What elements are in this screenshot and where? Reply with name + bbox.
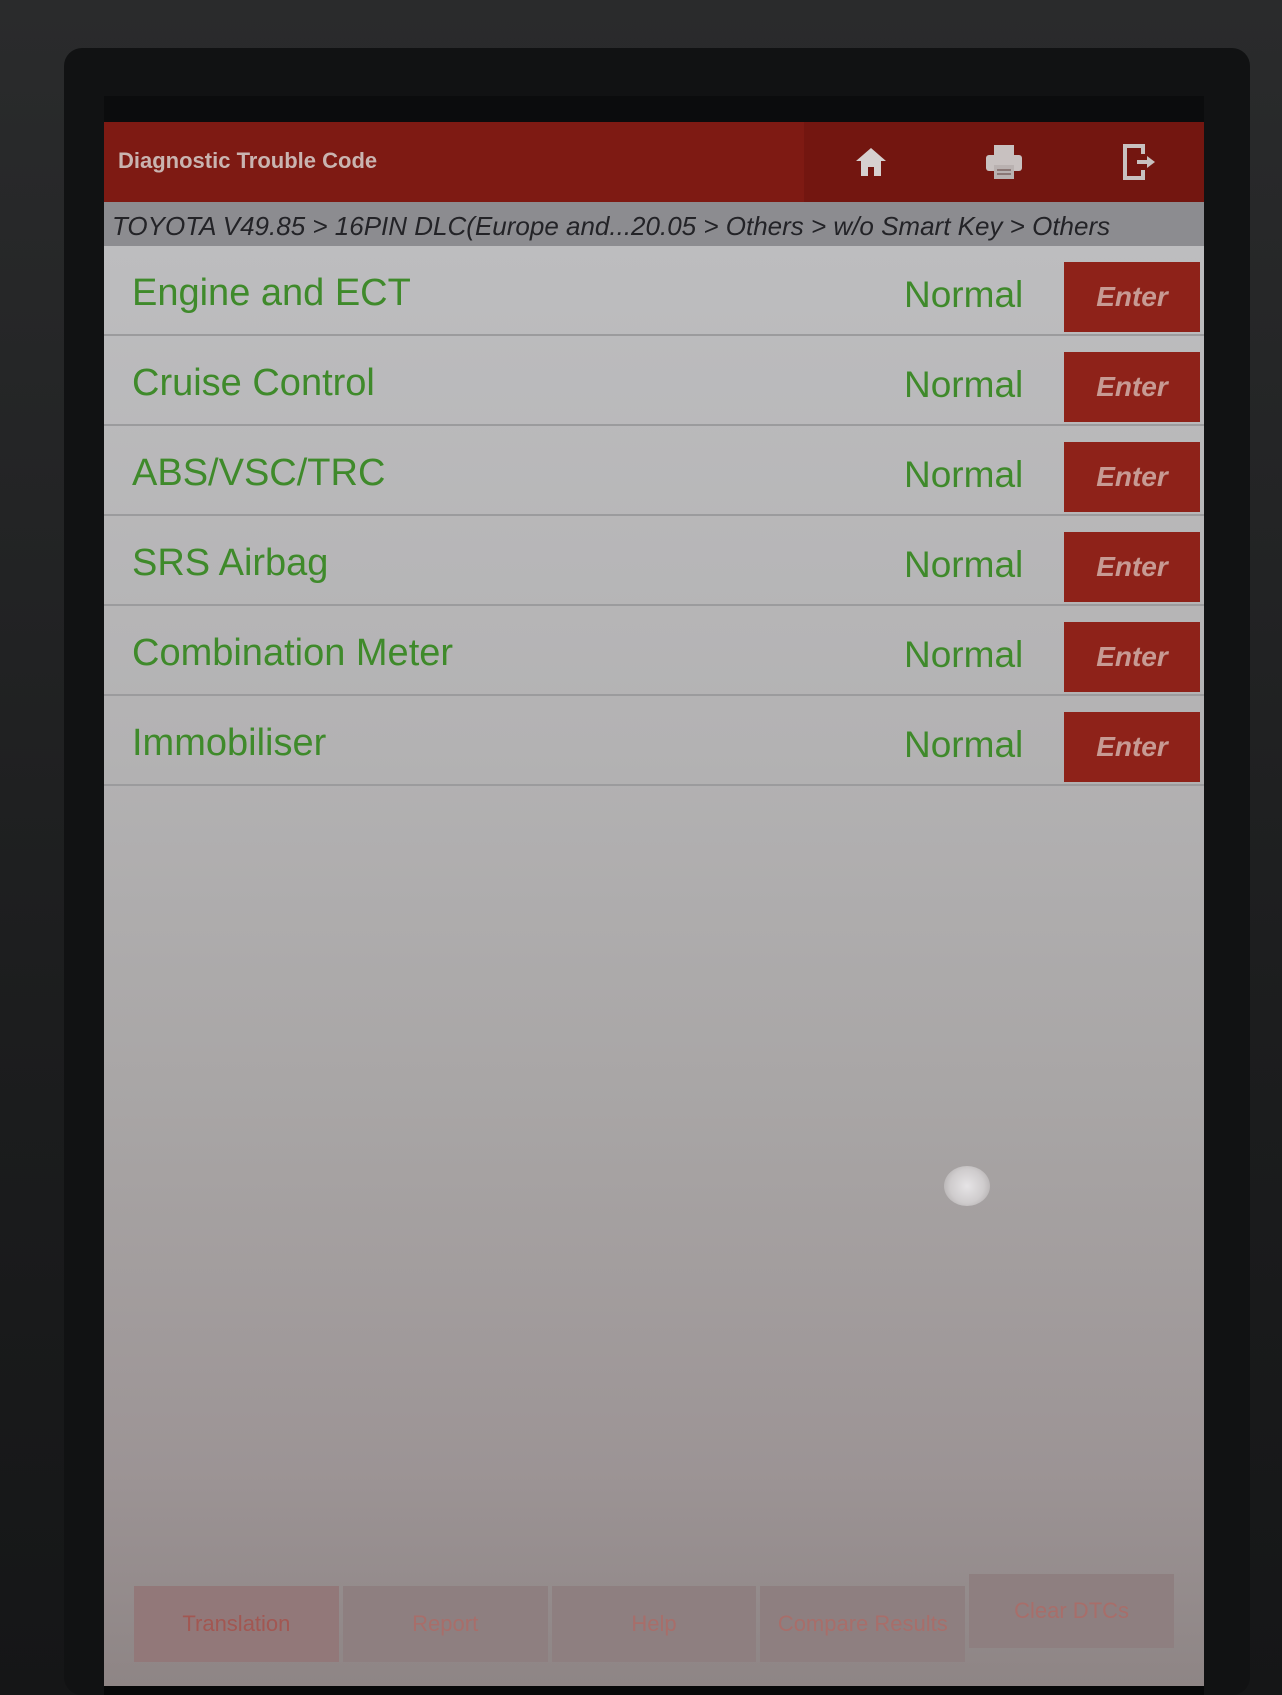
system-status: Normal — [904, 544, 1024, 585]
system-name: ABS/VSC/TRC — [132, 452, 386, 494]
page-title: Diagnostic Trouble Code — [118, 148, 378, 173]
system-name: Cruise Control — [132, 362, 375, 404]
report-button[interactable]: Report — [342, 1586, 548, 1662]
system-status: Normal — [904, 634, 1024, 675]
system-status: Normal — [904, 454, 1024, 495]
translation-button[interactable]: Translation — [134, 1586, 339, 1662]
status-bar — [104, 96, 1204, 122]
system-name: Immobiliser — [132, 722, 327, 764]
exit-button[interactable] — [1070, 122, 1203, 202]
list-item: Combination Meter Normal Enter — [104, 606, 1204, 696]
enter-button[interactable]: Enter — [1064, 712, 1200, 782]
bottom-toolbar: Translation Report Help Compare Results … — [134, 1574, 1174, 1695]
list-item: Cruise Control Normal Enter — [104, 336, 1204, 426]
enter-button[interactable]: Enter — [1064, 532, 1200, 602]
title-bar: Diagnostic Trouble Code — [104, 122, 1204, 202]
clear-dtcs-button[interactable]: Clear DTCs — [969, 1574, 1174, 1648]
enter-button[interactable]: Enter — [1064, 262, 1200, 332]
list-item: ABS/VSC/TRC Normal Enter — [104, 426, 1204, 516]
system-name: Engine and ECT — [132, 272, 411, 314]
print-icon — [985, 145, 1022, 179]
system-name: Combination Meter — [132, 632, 454, 674]
system-list: Engine and ECT Normal Enter Cruise Contr… — [104, 246, 1204, 1686]
exit-icon — [1122, 144, 1155, 180]
enter-button[interactable]: Enter — [1064, 352, 1200, 422]
screen-glare — [944, 1166, 990, 1206]
breadcrumb-path: TOYOTA V49.85 > 16PIN DLC(Europe and...2… — [112, 211, 1111, 241]
compare-results-button[interactable]: Compare Results — [760, 1586, 966, 1662]
system-status: Normal — [904, 364, 1024, 405]
list-item: Engine and ECT Normal Enter — [104, 246, 1204, 336]
home-icon — [855, 148, 886, 176]
enter-button[interactable]: Enter — [1064, 622, 1200, 692]
print-button[interactable] — [937, 122, 1070, 202]
breadcrumb: TOYOTA V49.85 > 16PIN DLC(Europe and...2… — [104, 202, 1204, 246]
enter-button[interactable]: Enter — [1064, 442, 1200, 512]
system-name: SRS Airbag — [132, 542, 329, 584]
system-status: Normal — [904, 724, 1024, 765]
home-button[interactable] — [804, 122, 937, 202]
system-status: Normal — [904, 274, 1024, 315]
list-item: Immobiliser Normal Enter — [104, 696, 1204, 786]
help-button[interactable]: Help — [551, 1586, 757, 1662]
device-screen: Diagnostic Trouble Code TOYOTA V49.85 > … — [104, 96, 1204, 1695]
list-item: SRS Airbag Normal Enter — [104, 516, 1204, 606]
title-actions — [804, 122, 1204, 202]
